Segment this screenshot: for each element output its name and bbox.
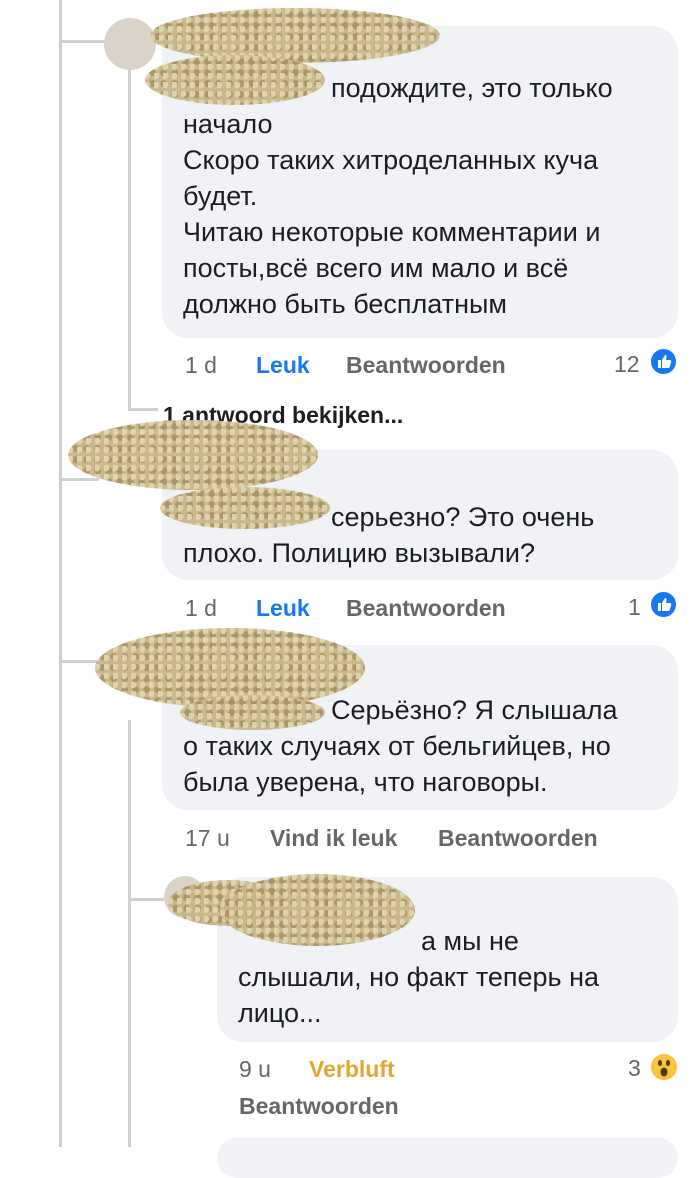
thread-connector xyxy=(128,898,164,901)
reply-button[interactable]: Beantwoorden xyxy=(346,595,506,622)
thread-line-reply xyxy=(128,70,131,410)
reply-button[interactable]: Beantwoorden xyxy=(346,352,506,379)
thread-connector xyxy=(59,660,99,663)
reaction-count: 1 xyxy=(628,594,641,620)
wow-icon xyxy=(649,1052,679,1082)
like-icon xyxy=(649,347,678,376)
reaction-count: 3 xyxy=(628,1055,641,1081)
comment-bubble xyxy=(217,1138,678,1178)
comment-time[interactable]: 1 d xyxy=(185,595,217,622)
thread-line-main xyxy=(59,0,62,1147)
like-button[interactable]: Leuk xyxy=(256,352,310,379)
comment-time[interactable]: 1 d xyxy=(185,352,217,379)
comment-time[interactable]: 17 u xyxy=(185,825,230,852)
like-button[interactable]: Leuk xyxy=(256,595,310,622)
comment-text: серьезно? Это очень плохо. Полицию вызыв… xyxy=(183,502,595,568)
thread-line-reply xyxy=(128,720,131,1147)
comment-text: подождите, это только начало Скоро таких… xyxy=(183,73,613,319)
thread-connector xyxy=(128,408,158,411)
redacted-name xyxy=(68,420,318,490)
thread-connector xyxy=(59,478,99,481)
like-button[interactable]: Vind ik leuk xyxy=(270,825,397,852)
reaction-count: 12 xyxy=(614,351,640,377)
comment-text: Серьёзно? Я слышала о таких случаях от б… xyxy=(183,695,618,797)
thread-connector xyxy=(59,40,109,43)
reaction-button[interactable]: Verbluft xyxy=(309,1056,395,1083)
like-icon xyxy=(649,590,678,619)
comment-text: а мы не слышали, но факт теперь на лицо.… xyxy=(238,926,600,1028)
redacted-name xyxy=(150,8,440,63)
reply-button[interactable]: Beantwoorden xyxy=(438,825,598,852)
comment-time[interactable]: 9 u xyxy=(239,1056,271,1083)
reply-button[interactable]: Beantwoorden xyxy=(239,1093,399,1120)
avatar[interactable] xyxy=(104,18,156,70)
